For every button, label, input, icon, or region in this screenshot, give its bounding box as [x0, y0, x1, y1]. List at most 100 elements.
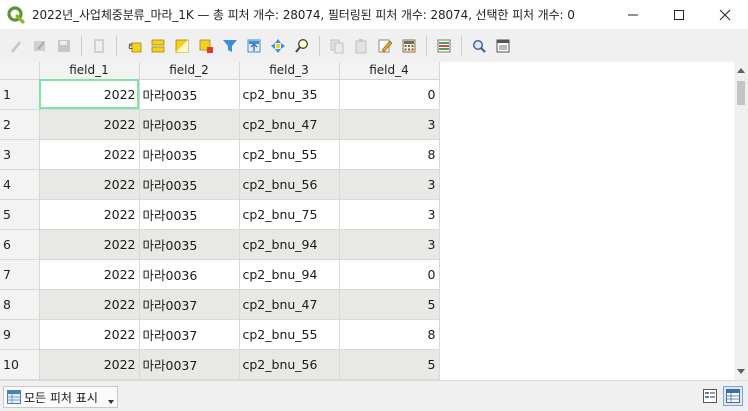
table-cell-field-2[interactable]: 마라0035: [139, 169, 240, 200]
deselect-all-button[interactable]: [195, 35, 217, 57]
table-cell-field-3[interactable]: cp2_bnu_35: [239, 79, 340, 110]
select-by-expression-button[interactable]: ε: [123, 35, 145, 57]
table-row[interactable]: 4 2022 마라0035 cp2_bnu_56 3: [0, 169, 440, 200]
filter-select-button[interactable]: [219, 35, 241, 57]
column-header-field-1[interactable]: field_1: [39, 62, 140, 80]
vertical-scrollbar[interactable]: [734, 62, 748, 380]
row-header[interactable]: 8: [0, 289, 40, 320]
table-cell-field-3[interactable]: cp2_bnu_75: [239, 199, 340, 230]
toggle-editing-button[interactable]: [5, 35, 27, 57]
table-cell-field-4[interactable]: 5: [339, 349, 440, 380]
table-cell-field-4[interactable]: 3: [339, 229, 440, 260]
table-cell-field-4[interactable]: 5: [339, 289, 440, 320]
table-cell-field-1[interactable]: 2022: [39, 109, 140, 140]
table-row[interactable]: 1 2022 마라0035 cp2_bnu_35 0: [0, 79, 440, 110]
table-cell-field-3[interactable]: cp2_bnu_56: [239, 349, 340, 380]
table-cell-field-1[interactable]: 2022: [39, 259, 140, 290]
table-cell-field-4[interactable]: 0: [339, 79, 440, 110]
table-filter-icon: [7, 390, 21, 404]
row-header[interactable]: 2: [0, 109, 40, 140]
form-view-button[interactable]: [700, 386, 720, 406]
table-cell-field-4[interactable]: 3: [339, 169, 440, 200]
invert-selection-button[interactable]: [171, 35, 193, 57]
column-header-field-3[interactable]: field_3: [239, 62, 340, 80]
scroll-down-button[interactable]: [734, 363, 748, 380]
table-cell-field-1[interactable]: 2022: [39, 79, 140, 110]
table-cell-field-1[interactable]: 2022: [39, 349, 140, 380]
delete-features-icon: [94, 38, 104, 53]
table-cell-field-3[interactable]: cp2_bnu_47: [239, 109, 340, 140]
table-cell-field-2[interactable]: 마라0035: [139, 139, 240, 170]
actions-button[interactable]: [468, 35, 490, 57]
table-cell-field-2[interactable]: 마라0035: [139, 79, 240, 110]
table-cell-field-3[interactable]: cp2_bnu_55: [239, 319, 340, 350]
table-row[interactable]: 10 2022 마라0037 cp2_bnu_56 5: [0, 349, 440, 380]
table-row[interactable]: 6 2022 마라0035 cp2_bnu_94 3: [0, 229, 440, 260]
table-cell-field-4[interactable]: 8: [339, 139, 440, 170]
row-header[interactable]: 3: [0, 139, 40, 170]
table-row[interactable]: 7 2022 마라0036 cp2_bnu_94 0: [0, 259, 440, 290]
table-cell-field-2[interactable]: 마라0037: [139, 319, 240, 350]
table-cell-field-2[interactable]: 마라0035: [139, 229, 240, 260]
move-selection-to-top-button[interactable]: [243, 35, 265, 57]
table-cell-field-3[interactable]: cp2_bnu_55: [239, 139, 340, 170]
table-cell-field-3[interactable]: cp2_bnu_56: [239, 169, 340, 200]
row-header[interactable]: 1: [0, 79, 40, 110]
row-header[interactable]: 6: [0, 229, 40, 260]
table-row[interactable]: 2 2022 마라0035 cp2_bnu_47 3: [0, 109, 440, 140]
table-cell-field-1[interactable]: 2022: [39, 319, 140, 350]
row-header[interactable]: 9: [0, 319, 40, 350]
row-header[interactable]: 7: [0, 259, 40, 290]
scroll-up-button[interactable]: [734, 62, 748, 79]
row-header[interactable]: 5: [0, 199, 40, 230]
copy-rows-button[interactable]: [326, 35, 348, 57]
scrollbar-thumb[interactable]: [737, 81, 745, 105]
select-all-button[interactable]: [147, 35, 169, 57]
table-view-button[interactable]: [723, 386, 743, 406]
column-header-field-2[interactable]: field_2: [139, 62, 240, 80]
close-button[interactable]: [702, 0, 748, 29]
multi-edit-button[interactable]: [29, 35, 51, 57]
new-field-button[interactable]: [374, 35, 396, 57]
delete-features-button[interactable]: [88, 35, 110, 57]
table-cell-field-2[interactable]: 마라0036: [139, 259, 240, 290]
table-cell-field-4[interactable]: 3: [339, 109, 440, 140]
corner-header[interactable]: [0, 62, 40, 80]
table-cell-field-3[interactable]: cp2_bnu_94: [239, 229, 340, 260]
table-cell-field-2[interactable]: 마라0037: [139, 349, 240, 380]
table-row[interactable]: 3 2022 마라0035 cp2_bnu_55 8: [0, 139, 440, 170]
table-cell-field-1[interactable]: 2022: [39, 169, 140, 200]
field-calculator-button[interactable]: [398, 35, 420, 57]
table-cell-field-1[interactable]: 2022: [39, 229, 140, 260]
table-cell-field-1[interactable]: 2022: [39, 289, 140, 320]
table-cell-field-1[interactable]: 2022: [39, 199, 140, 230]
dock-table-button[interactable]: [492, 35, 514, 57]
table-cell-field-1[interactable]: 2022: [39, 139, 140, 170]
column-header-field-4[interactable]: field_4: [339, 62, 440, 80]
table-cell-field-4[interactable]: 8: [339, 319, 440, 350]
table-row[interactable]: 9 2022 마라0037 cp2_bnu_55 8: [0, 319, 440, 350]
save-edits-button[interactable]: [53, 35, 75, 57]
table-row[interactable]: 5 2022 마라0035 cp2_bnu_75 3: [0, 199, 440, 230]
table-cell-field-4[interactable]: 3: [339, 199, 440, 230]
table-cell-field-3[interactable]: cp2_bnu_94: [239, 259, 340, 290]
paste-features-button[interactable]: [350, 35, 372, 57]
minimize-button[interactable]: [610, 0, 656, 29]
feature-filter-button[interactable]: 모든 피처 표시: [3, 386, 118, 408]
table-cell-field-2[interactable]: 마라0035: [139, 109, 240, 140]
conditional-formatting-button[interactable]: [433, 35, 455, 57]
toolbar-separator: [319, 35, 320, 56]
maximize-button[interactable]: [656, 0, 702, 29]
row-header[interactable]: 4: [0, 169, 40, 200]
table-cell-field-3[interactable]: cp2_bnu_47: [239, 289, 340, 320]
table-row[interactable]: 8 2022 마라0037 cp2_bnu_47 5: [0, 289, 440, 320]
row-header[interactable]: 10: [0, 349, 40, 380]
table-cell-field-4[interactable]: 0: [339, 259, 440, 290]
pan-to-selected-button[interactable]: [267, 35, 289, 57]
maximize-icon: [674, 9, 684, 20]
zoom-to-selected-button[interactable]: [291, 35, 313, 57]
table-cell-field-2[interactable]: 마라0037: [139, 289, 240, 320]
invert-selection-icon: [175, 39, 189, 52]
form-view-icon: [703, 389, 717, 403]
table-cell-field-2[interactable]: 마라0035: [139, 199, 240, 230]
